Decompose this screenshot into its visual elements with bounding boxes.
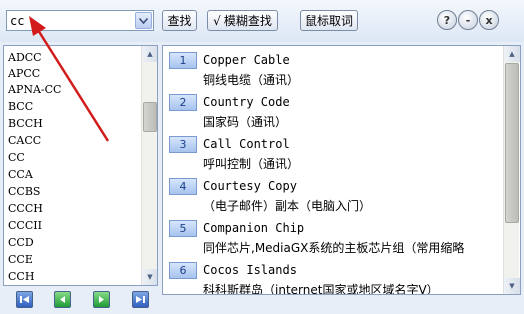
result-chinese-translation: 铜线电缆（通讯） [203,73,300,87]
fuzzy-search-label: 模糊查找 [223,14,272,28]
chevron-down-icon[interactable] [135,12,152,29]
last-page-button[interactable] [132,291,149,308]
word-list[interactable]: ADCC APCC APNA-CC BCC BCCH CACC CC CCA C… [3,45,158,286]
mouse-capture-button[interactable]: 鼠标取词 [300,10,358,31]
list-item[interactable]: CCCII [8,218,42,234]
result-english-term: Copper Cable [203,53,290,67]
toolbar: 查找 √ 模糊查找 鼠标取词 ? - x [0,0,524,42]
list-item[interactable]: APCC [8,66,40,82]
results-panel[interactable]: 1 Copper Cable 铜线电缆（通讯） 2 Country Code 国… [162,45,521,295]
results-scrollbar[interactable]: ▲ ▼ [503,46,520,294]
result-chinese-translation: 同伴芯片,MediaGX系统的主板芯片组（常用缩略 [203,241,465,255]
list-item[interactable]: CC [8,150,25,166]
list-item[interactable]: ADCC [8,50,42,66]
help-button[interactable]: ? [437,10,457,30]
result-chinese-translation: （电子邮件）副本（电脑入门） [203,199,372,213]
close-icon: x [485,13,493,27]
find-button[interactable]: 查找 [162,10,197,31]
first-page-icon [20,296,29,303]
scroll-up-icon[interactable]: ▲ [504,46,520,62]
previous-button[interactable] [54,291,71,308]
list-item[interactable]: CCBS [8,184,40,200]
list-item[interactable]: BCCH [8,116,43,132]
list-item[interactable]: CCA [8,167,33,183]
result-number-badge: 5 [169,220,197,237]
list-item[interactable]: CCCH [8,201,43,217]
scroll-thumb[interactable] [505,63,519,223]
result-number-badge: 2 [169,94,197,111]
result-chinese-translation: 国家码（通讯） [203,115,288,129]
result-english-term: Call Control [203,137,290,151]
result-english-term: Companion Chip [203,221,305,235]
result-english-term: Courtesy Copy [203,179,297,193]
list-item[interactable]: CCE [8,252,33,268]
minimize-icon: - [465,13,471,27]
list-item[interactable]: CCH [8,269,34,285]
scroll-down-icon[interactable]: ▼ [142,269,157,285]
result-number-badge: 4 [169,178,197,195]
minimize-button[interactable]: - [458,10,478,30]
result-english-term: Country Code [203,95,290,109]
scroll-down-icon[interactable]: ▼ [504,278,520,294]
list-item[interactable]: CCD [8,235,34,251]
question-icon: ? [443,13,451,27]
list-item[interactable]: BCC [8,99,33,115]
result-chinese-translation: 科科斯群岛（internet国家或地区域名字V） [203,283,439,295]
fuzzy-search-button[interactable]: √ 模糊查找 [207,10,278,31]
result-english-term: Cocos Islands [203,263,297,277]
scroll-up-icon[interactable]: ▲ [142,46,157,62]
checkmark-icon: √ [213,13,221,28]
search-combobox[interactable] [6,10,154,31]
mouse-capture-label: 鼠标取词 [304,14,353,28]
list-scrollbar[interactable]: ▲ ▼ [141,46,157,285]
search-input[interactable] [10,12,134,29]
result-number-badge: 6 [169,262,197,279]
last-page-icon [136,296,145,303]
result-number-badge: 3 [169,136,197,153]
list-item[interactable]: APNA-CC [8,82,61,98]
next-button[interactable] [93,291,110,308]
previous-icon [60,296,65,303]
find-button-label: 查找 [167,14,192,28]
result-number-badge: 1 [169,52,197,69]
scroll-thumb[interactable] [143,102,157,132]
list-item[interactable]: CACC [8,133,41,149]
close-button[interactable]: x [479,10,499,30]
first-page-button[interactable] [16,291,33,308]
result-chinese-translation: 呼叫控制（通讯） [203,157,300,171]
next-icon [99,296,104,303]
